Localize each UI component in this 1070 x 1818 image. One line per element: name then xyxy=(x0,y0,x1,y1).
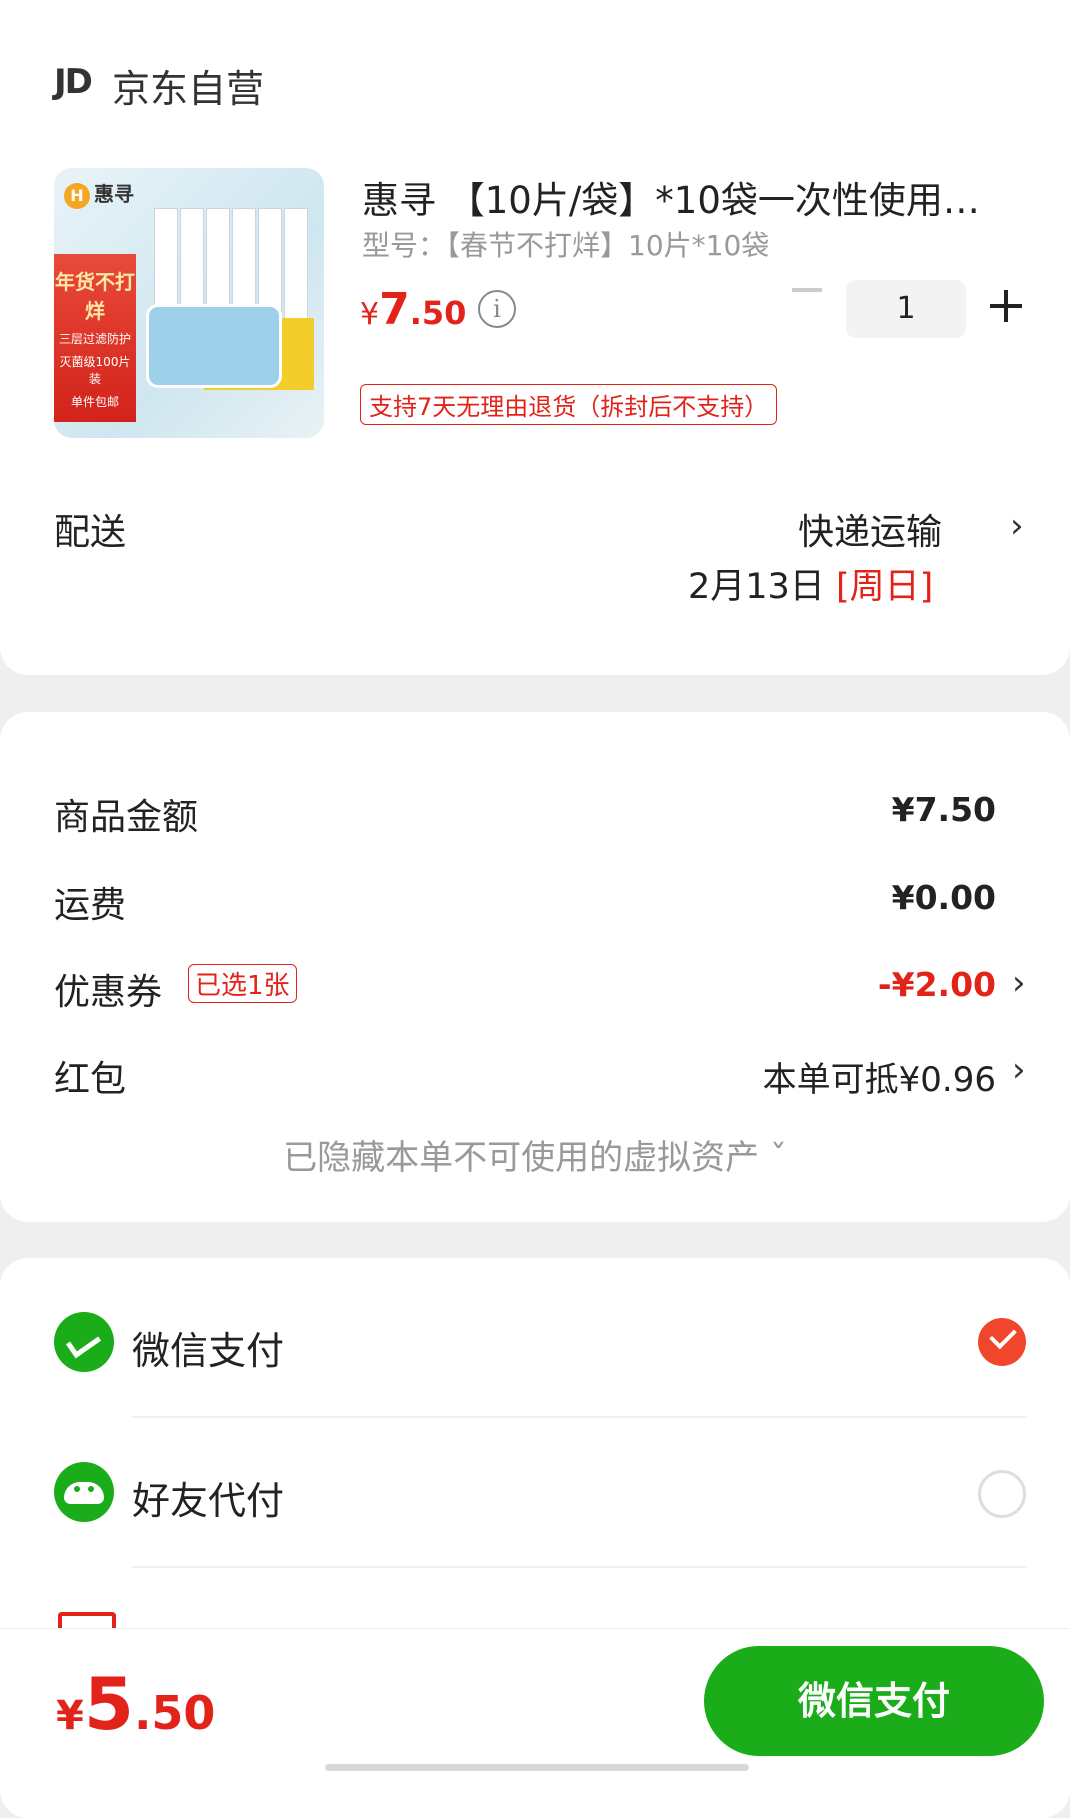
quantity-input[interactable]: 1 xyxy=(846,280,966,338)
mask-illustration xyxy=(146,304,282,388)
freight-value: ¥0.00 xyxy=(891,878,996,917)
total-price: ¥5.50 xyxy=(56,1662,216,1746)
payment-option-friend[interactable] xyxy=(54,1462,114,1522)
payment-label-friend[interactable]: 好友代付 xyxy=(132,1470,284,1525)
radio-selected-icon[interactable] xyxy=(978,1318,1026,1366)
chevron-right-icon[interactable]: › xyxy=(1012,963,1026,1003)
product-brand-logo: H 惠寻 xyxy=(64,178,134,209)
divider xyxy=(132,1566,1027,1568)
payment-label-wechat[interactable]: 微信支付 xyxy=(132,1320,284,1375)
wechat-pay-icon xyxy=(54,1312,114,1372)
goods-amount-value: ¥7.50 xyxy=(891,790,996,829)
store-name: 京东自营 xyxy=(112,67,265,111)
product-image[interactable]: H 惠寻 年货不打烊 三层过滤防护 灭菌级100片装 单件包邮 xyxy=(54,168,324,438)
red-packet-label[interactable]: 红包 xyxy=(54,1050,126,1102)
product-price: ¥7.50 xyxy=(360,284,467,335)
delivery-label: 配送 xyxy=(54,512,127,553)
delivery-method[interactable]: 快递运输 xyxy=(798,503,942,555)
chevron-right-icon[interactable]: › xyxy=(1010,506,1024,546)
product-spec[interactable]: 型号：【春节不打烊】10片*10袋 xyxy=(362,224,769,264)
friend-pay-icon xyxy=(54,1462,114,1522)
coupon-value[interactable]: -¥2.00 xyxy=(878,965,996,1004)
radio-unselected-icon[interactable] xyxy=(978,1470,1026,1518)
hidden-assets-toggle[interactable]: 已隐藏本单不可使用的虚拟资产 ˇ xyxy=(0,1130,1070,1179)
red-packet-value[interactable]: 本单可抵¥0.96 xyxy=(763,1052,996,1101)
coupon-selected-badge[interactable]: 已选1张 xyxy=(188,964,297,1003)
delivery-date[interactable]: 2月13日 [周日] xyxy=(688,558,933,609)
chevron-right-icon[interactable]: › xyxy=(1012,1050,1026,1090)
jd-logo: JD xyxy=(54,62,93,102)
quantity-increase-button[interactable] xyxy=(990,290,1022,322)
quantity-decrease-button[interactable] xyxy=(792,288,822,292)
coupon-label[interactable]: 优惠券 xyxy=(54,963,162,1015)
home-indicator[interactable] xyxy=(325,1764,749,1771)
product-title[interactable]: 惠寻 【10片/袋】*10袋一次性使用… xyxy=(362,170,1002,224)
return-policy-badge: 支持7天无理由退货（拆封后不支持） xyxy=(360,384,778,425)
payment-option-wechat[interactable] xyxy=(54,1312,114,1372)
info-icon[interactable]: i xyxy=(478,290,516,328)
divider xyxy=(132,1416,1027,1418)
promo-band: 年货不打烊 三层过滤防护 灭菌级100片装 单件包邮 xyxy=(54,254,136,422)
goods-amount-label: 商品金额 xyxy=(54,797,199,838)
freight-label: 运费 xyxy=(54,885,127,926)
pay-button[interactable]: 微信支付 xyxy=(704,1646,1044,1756)
